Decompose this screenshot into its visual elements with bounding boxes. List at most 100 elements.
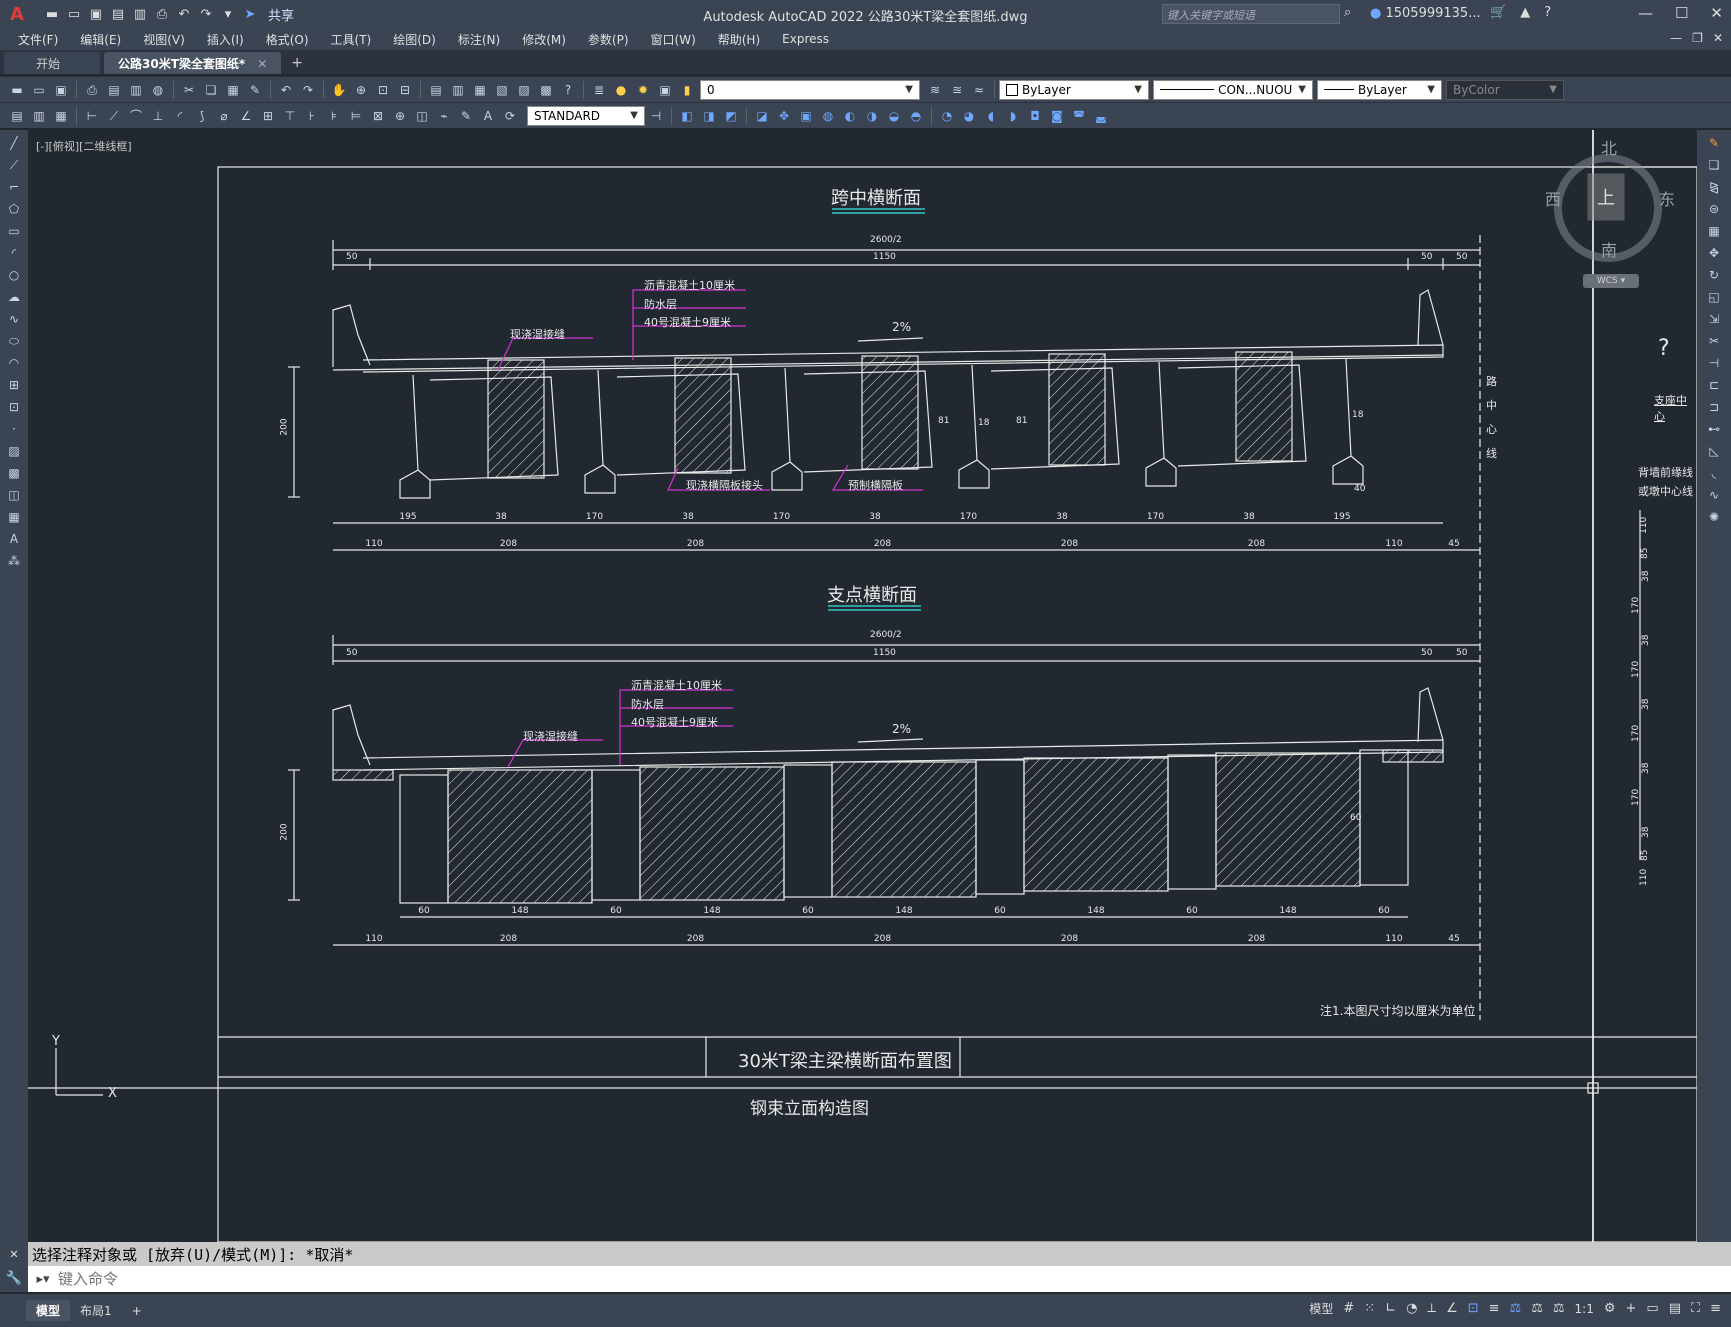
mirror-icon[interactable]: ⧎ (1705, 178, 1723, 196)
toolpalettes-icon[interactable]: ▦ (471, 81, 489, 99)
tolerance-icon[interactable]: ⊠ (369, 107, 387, 125)
point-icon[interactable]: · (5, 420, 23, 438)
dim-update-icon[interactable]: ⟳ (501, 107, 519, 125)
workspace-gear-icon[interactable]: ⚙ (1604, 1301, 1616, 1316)
blend-icon[interactable]: ∿ (1705, 486, 1723, 504)
preview-icon[interactable]: ▤ (105, 81, 123, 99)
osnap-track-icon[interactable]: ∠ (1446, 1301, 1458, 1316)
dim-continue-icon[interactable]: ⊦ (303, 107, 321, 125)
zoom-realtime-icon[interactable]: ⊕ (352, 81, 370, 99)
copy-icon[interactable]: ❏ (202, 81, 220, 99)
search-icon[interactable]: ⌕ (1344, 5, 1351, 20)
add-layout-icon[interactable]: + (122, 1302, 152, 1320)
menu-express[interactable]: Express (771, 32, 840, 46)
viewcube-top[interactable]: 上 (1597, 184, 1615, 210)
chamfer-icon[interactable]: ◺ (1705, 442, 1723, 460)
modify-tool-icon[interactable]: ◓ (907, 107, 925, 125)
modify-tool-icon[interactable]: ◔ (938, 107, 956, 125)
add-selected-icon[interactable]: ⁂ (5, 552, 23, 570)
menu-dimension[interactable]: 标注(N) (447, 31, 511, 48)
rectangle-icon[interactable]: ▭ (5, 222, 23, 240)
menu-view[interactable]: 视图(V) (132, 31, 196, 48)
line-icon[interactable]: ╱ (5, 134, 23, 152)
dim-radius-icon[interactable]: ◜ (171, 107, 189, 125)
modify-tool-icon[interactable]: ◑ (863, 107, 881, 125)
revcloud-icon[interactable]: ☁ (5, 288, 23, 306)
tab-close-icon[interactable]: ✕ (257, 57, 267, 71)
tab-drawing[interactable]: 公路30米T梁全套图纸* ✕ (104, 52, 282, 74)
trim-icon[interactable]: ✂ (1705, 332, 1723, 350)
wcs-menu[interactable]: WCS ▾ (1583, 274, 1639, 288)
calculator-icon[interactable]: ▩ (537, 81, 555, 99)
help-tb-icon[interactable]: ? (559, 81, 577, 99)
modify-tool-icon[interactable]: ◖ (982, 107, 1000, 125)
rotate-icon[interactable]: ↻ (1705, 266, 1723, 284)
dim-arc-icon[interactable]: ⌒ (127, 107, 145, 125)
publish-icon[interactable]: ▥ (127, 81, 145, 99)
designcenter-icon[interactable]: ▥ (449, 81, 467, 99)
help-icon[interactable]: ? (1544, 5, 1551, 20)
drawing-viewport[interactable]: [-][俯视][二维线框] 跨中横断面 支点横断面 2600/2 50 1150… (28, 130, 1697, 1242)
annotation-monitor-icon[interactable]: + (1625, 1301, 1636, 1316)
markup-icon[interactable]: ▨ (515, 81, 533, 99)
qdim-icon[interactable]: ⊞ (259, 107, 277, 125)
print-icon[interactable]: ⎙ (154, 7, 170, 22)
gradient-icon[interactable]: ▩ (5, 464, 23, 482)
modify-tool-icon[interactable]: ◍ (819, 107, 837, 125)
snap-icon[interactable]: ⁙ (1364, 1301, 1375, 1316)
extend-icon[interactable]: ⊣ (1705, 354, 1723, 372)
tab-layout1[interactable]: 布局1 (70, 1300, 122, 1321)
copy-object-icon[interactable]: ❏ (1705, 156, 1723, 174)
modify-tool-icon[interactable]: ◚ (1070, 107, 1088, 125)
close-cmdline-icon[interactable]: ✕ (0, 1242, 28, 1266)
color-dropdown[interactable]: ByLayer ▼ (999, 79, 1149, 100)
share-button[interactable]: 共享 (268, 5, 294, 24)
dim-baseline-icon[interactable]: ⊤ (281, 107, 299, 125)
plotstyle-dropdown[interactable]: ByColor ▼ (1446, 79, 1564, 100)
pan-icon[interactable]: ✋ (330, 81, 348, 99)
dim-jogged-icon[interactable]: ⟆ (193, 107, 211, 125)
dim-linear-icon[interactable]: ⊢ (83, 107, 101, 125)
autoscale-icon[interactable]: ⚖ (1531, 1301, 1543, 1316)
dim-tool-icon[interactable]: ▦ (52, 107, 70, 125)
matchprop-icon[interactable]: ✎ (246, 81, 264, 99)
layer-freeze-icon[interactable]: ✹ (634, 81, 652, 99)
new-file-icon[interactable]: ▬ (44, 7, 60, 22)
make-current-icon[interactable]: ≋ (926, 81, 944, 99)
doc-restore-icon[interactable]: ❐ (1692, 31, 1703, 45)
menu-parametric[interactable]: 参数(P) (577, 31, 640, 48)
join-icon[interactable]: ⊷ (1705, 420, 1723, 438)
make-block-icon[interactable]: ⊡ (5, 398, 23, 416)
fillet-icon[interactable]: ◟ (1705, 464, 1723, 482)
viewcube-south[interactable]: 南 (1601, 237, 1617, 261)
modify-tool-icon[interactable]: ◩ (722, 107, 740, 125)
ellipse-icon[interactable]: ⬭ (5, 332, 23, 350)
maximize-icon[interactable]: ☐ (1675, 4, 1688, 22)
menu-edit[interactable]: 编辑(E) (69, 31, 132, 48)
open-file-icon[interactable]: ▭ (66, 7, 82, 22)
zoom-window-icon[interactable]: ⊡ (374, 81, 392, 99)
dimstyle-icon[interactable]: ⊣ (647, 107, 665, 125)
autocad-logo-icon[interactable]: A (4, 2, 30, 26)
layer-dropdown[interactable]: 0 ▼ (700, 79, 920, 100)
layer-previous-icon[interactable]: ≊ (948, 81, 966, 99)
recent-commands-icon[interactable]: ▸▾ (28, 1272, 58, 1287)
web-mobile-icon[interactable]: ▥ (132, 7, 148, 22)
break-at-point-icon[interactable]: ⊏ (1705, 376, 1723, 394)
lineweight-icon[interactable]: ≡ (1489, 1301, 1500, 1316)
viewcube-east[interactable]: 东 (1659, 186, 1675, 210)
qnew-icon[interactable]: ▬ (8, 81, 26, 99)
autodesk-app-icon[interactable]: ▲ (1520, 5, 1530, 20)
modify-tool-icon[interactable]: ◐ (841, 107, 859, 125)
sheetset-icon[interactable]: ▧ (493, 81, 511, 99)
grid-icon[interactable]: # (1343, 1301, 1354, 1316)
clean-screen-icon[interactable]: ⛶ (1691, 1301, 1700, 1316)
polygon-icon[interactable]: ⬠ (5, 200, 23, 218)
modify-tool-icon[interactable]: ◘ (1026, 107, 1044, 125)
layer-vp-icon[interactable]: ▣ (656, 81, 674, 99)
customize-status-icon[interactable]: ≡ (1710, 1301, 1721, 1316)
tab-start[interactable]: 开始 (4, 52, 101, 74)
table-icon[interactable]: ▦ (5, 508, 23, 526)
polar-icon[interactable]: ◔ (1406, 1301, 1417, 1316)
dim-break-icon[interactable]: ⊨ (347, 107, 365, 125)
